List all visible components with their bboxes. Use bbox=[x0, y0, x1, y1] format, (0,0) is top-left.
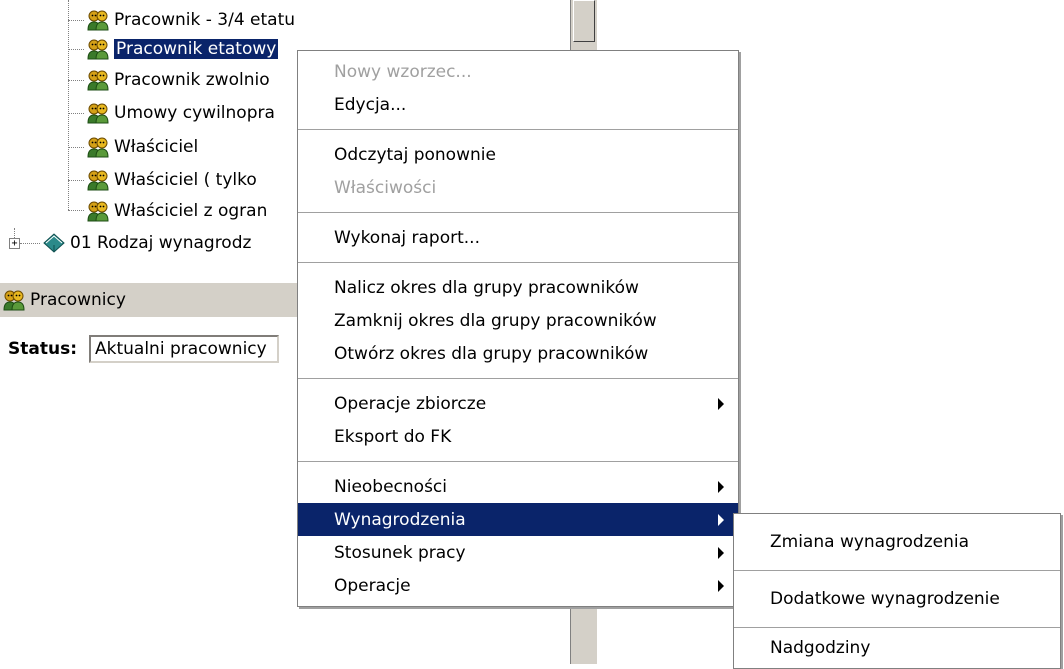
tree-item-label: 01 Rodzaj wynagrodz bbox=[70, 233, 252, 253]
tree-item[interactable]: 01 Rodzaj wynagrodz bbox=[42, 228, 251, 258]
tree-item-selected[interactable]: Pracownik etatowy bbox=[86, 34, 279, 64]
menu-item-properties: Właściwości bbox=[298, 171, 738, 204]
salaries-submenu: Zmiana wynagrodzenia Dodatkowe wynagrodz… bbox=[733, 513, 1061, 669]
tree-item[interactable]: Właściciel z ogran bbox=[86, 196, 267, 226]
menu-item-label: Zmiana wynagrodzenia bbox=[770, 532, 969, 552]
menu-item-label: Dodatkowe wynagrodzenie bbox=[770, 589, 1000, 609]
tree-item-label: Pracownik - 3/4 etatu bbox=[114, 10, 296, 30]
tree-item[interactable]: Pracownik - 3/4 etatu bbox=[86, 5, 295, 35]
menu-item-label: Nowy wzorzec... bbox=[334, 61, 472, 82]
tree-item-label: Właściciel ( tylko bbox=[114, 170, 257, 190]
chevron-right-icon bbox=[718, 397, 724, 410]
tree-item[interactable]: Pracownik zwolnio bbox=[86, 65, 270, 95]
menu-item-close-period[interactable]: Zamknij okres dla grupy pracowników bbox=[298, 304, 738, 337]
menu-item-label: Otwórz okres dla grupy pracowników bbox=[334, 343, 649, 364]
menu-separator bbox=[298, 262, 738, 263]
user-group-icon bbox=[2, 288, 26, 312]
menu-item-label: Zamknij okres dla grupy pracowników bbox=[334, 310, 657, 331]
tree-item-label: Właściciel z ogran bbox=[114, 201, 268, 221]
user-group-icon bbox=[86, 101, 110, 125]
user-group-icon bbox=[86, 8, 110, 32]
menu-separator bbox=[298, 212, 738, 213]
menu-item-edit[interactable]: Edycja... bbox=[298, 88, 738, 121]
menu-item-label: Nadgodziny bbox=[770, 638, 871, 658]
tree-item-label: Umowy cywilnopra bbox=[114, 103, 275, 123]
menu-item-label: Stosunek pracy bbox=[334, 542, 466, 563]
menu-item-employment[interactable]: Stosunek pracy bbox=[298, 536, 738, 569]
menu-item-bulk-operations[interactable]: Operacje zbiorcze bbox=[298, 387, 738, 420]
submenu-item-additional-salary[interactable]: Dodatkowe wynagrodzenie bbox=[734, 571, 1060, 627]
tree-item-label: Pracownik etatowy bbox=[114, 39, 279, 59]
tree-item-label: Pracownik zwolnio bbox=[114, 70, 270, 90]
status-row: Status: Aktualni pracownicy bbox=[0, 332, 279, 366]
menu-item-label: Edycja... bbox=[334, 94, 407, 115]
book-icon bbox=[42, 231, 66, 255]
user-group-icon bbox=[86, 199, 110, 223]
chevron-right-icon bbox=[718, 546, 724, 559]
menu-item-new-template: Nowy wzorzec... bbox=[298, 55, 738, 88]
tree-item[interactable]: Właściciel ( tylko bbox=[86, 165, 257, 195]
user-group-icon bbox=[86, 168, 110, 192]
menu-item-calculate-period[interactable]: Nalicz okres dla grupy pracowników bbox=[298, 271, 738, 304]
pane-title: Pracownicy bbox=[30, 290, 126, 310]
menu-item-label: Eksport do FK bbox=[334, 426, 452, 447]
menu-separator bbox=[298, 129, 738, 130]
menu-item-run-report[interactable]: Wykonaj raport... bbox=[298, 221, 738, 254]
menu-item-reload[interactable]: Odczytaj ponownie bbox=[298, 138, 738, 171]
menu-item-operations[interactable]: Operacje bbox=[298, 569, 738, 602]
menu-item-label: Właściwości bbox=[334, 177, 437, 198]
menu-item-label: Nieobecności bbox=[334, 476, 447, 497]
status-select-value: Aktualni pracownicy bbox=[95, 339, 267, 359]
menu-item-label: Nalicz okres dla grupy pracowników bbox=[334, 277, 639, 298]
menu-item-label: Wykonaj raport... bbox=[334, 227, 480, 248]
user-group-icon bbox=[86, 68, 110, 92]
menu-item-salaries[interactable]: Wynagrodzenia bbox=[298, 503, 738, 536]
chevron-right-icon bbox=[718, 513, 724, 526]
tree-item-label: Właściciel bbox=[114, 137, 199, 157]
menu-item-export-fk[interactable]: Eksport do FK bbox=[298, 420, 738, 453]
menu-item-label: Operacje bbox=[334, 575, 411, 596]
menu-item-absences[interactable]: Nieobecności bbox=[298, 470, 738, 503]
user-group-icon bbox=[86, 135, 110, 159]
menu-item-label: Odczytaj ponownie bbox=[334, 144, 496, 165]
menu-item-label: Wynagrodzenia bbox=[334, 509, 466, 530]
chevron-right-icon bbox=[718, 480, 724, 493]
expand-toggle-icon[interactable]: + bbox=[9, 238, 20, 249]
menu-separator bbox=[298, 378, 738, 379]
menu-separator bbox=[298, 461, 738, 462]
scrollbar-thumb[interactable] bbox=[573, 0, 595, 42]
submenu-item-overtime[interactable]: Nadgodziny bbox=[734, 628, 1060, 668]
menu-item-label: Operacje zbiorcze bbox=[334, 393, 487, 414]
user-group-icon bbox=[86, 37, 110, 61]
tree-item[interactable]: Umowy cywilnopra bbox=[86, 98, 275, 128]
chevron-right-icon bbox=[718, 579, 724, 592]
tree-item[interactable]: Właściciel bbox=[86, 132, 198, 162]
status-label: Status: bbox=[8, 339, 77, 359]
context-menu: Nowy wzorzec... Edycja... Odczytaj ponow… bbox=[297, 50, 739, 607]
menu-item-open-period[interactable]: Otwórz okres dla grupy pracowników bbox=[298, 337, 738, 370]
status-select[interactable]: Aktualni pracownicy bbox=[89, 335, 279, 363]
submenu-item-salary-change[interactable]: Zmiana wynagrodzenia bbox=[734, 514, 1060, 570]
